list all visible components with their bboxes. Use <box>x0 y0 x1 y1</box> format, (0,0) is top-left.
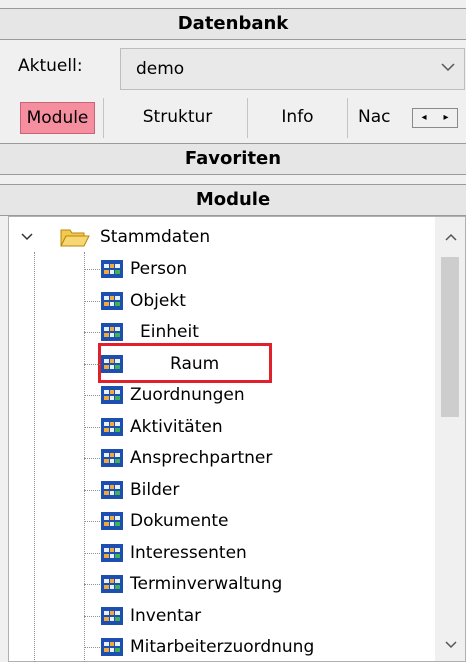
table-grid-icon <box>101 575 123 593</box>
tab-nachricht-label: Nac <box>358 107 391 127</box>
tree-item-label: Bilder <box>130 479 180 500</box>
tree-item-label: Zuordnungen <box>130 385 245 405</box>
tree-guide-line <box>84 252 85 662</box>
chevron-down-icon <box>441 63 455 72</box>
tree-item-label: Inventar <box>130 605 202 626</box>
table-grid-icon <box>101 449 123 467</box>
table-grid-icon <box>101 260 123 278</box>
tree-item-label: Einheit <box>140 322 199 342</box>
table-grid-icon <box>101 512 123 530</box>
tree-item-label: Dokumente <box>130 511 229 531</box>
tree-item-label: Aktivitäten <box>130 416 223 437</box>
tree-item-label: Person <box>130 259 188 279</box>
tab-module-label: Module <box>19 102 96 134</box>
tree-item-label: Terminverwaltung <box>130 574 283 594</box>
table-grid-icon <box>101 480 123 499</box>
table-grid-icon <box>101 323 123 341</box>
table-grid-icon <box>101 417 123 436</box>
expand-chevron-icon[interactable] <box>20 230 34 244</box>
table-grid-icon <box>101 543 123 562</box>
database-select-value: demo <box>136 59 185 79</box>
module-header[interactable]: Module <box>0 184 466 216</box>
tab-bar: Module Struktur Info Nac ◂ ▸ <box>8 98 466 138</box>
table-grid-icon <box>101 354 123 373</box>
tree-item-label: Mitarbeiterzuordnung <box>130 637 315 657</box>
table-grid-icon <box>101 606 123 625</box>
tab-struktur[interactable]: Struktur <box>108 98 248 138</box>
tab-scroll-right-icon[interactable]: ▸ <box>435 109 457 127</box>
scroll-up-icon[interactable] <box>441 227 461 247</box>
datenbank-header: Datenbank <box>0 8 466 40</box>
tab-info[interactable]: Info <box>248 98 348 138</box>
tree-item-label: Ansprechpartner <box>130 448 273 468</box>
table-grid-icon <box>101 638 123 656</box>
scroll-thumb[interactable] <box>441 257 459 417</box>
table-grid-icon <box>101 291 123 310</box>
database-select[interactable]: demo <box>120 48 465 90</box>
favoriten-header[interactable]: Favoriten <box>0 143 466 175</box>
tree-item-label: Interessenten <box>130 542 247 563</box>
table-grid-icon <box>101 386 123 404</box>
tree-root-label: Stammdaten <box>100 227 211 247</box>
folder-open-icon <box>60 229 90 247</box>
tree-item-label: Raum <box>170 353 220 374</box>
scroll-down-icon[interactable] <box>441 635 461 655</box>
aktuell-label: Aktuell: <box>18 56 83 76</box>
aktuell-row: Aktuell: demo <box>8 42 466 96</box>
tab-module[interactable]: Module <box>12 98 104 138</box>
tree-item-label: Objekt <box>130 290 186 311</box>
tree-scrollbar[interactable] <box>435 217 465 661</box>
tab-scroll-buttons: ◂ ▸ <box>412 108 458 128</box>
tab-scroll-left-icon[interactable]: ◂ <box>413 109 435 127</box>
tree-guide-line <box>34 252 35 662</box>
